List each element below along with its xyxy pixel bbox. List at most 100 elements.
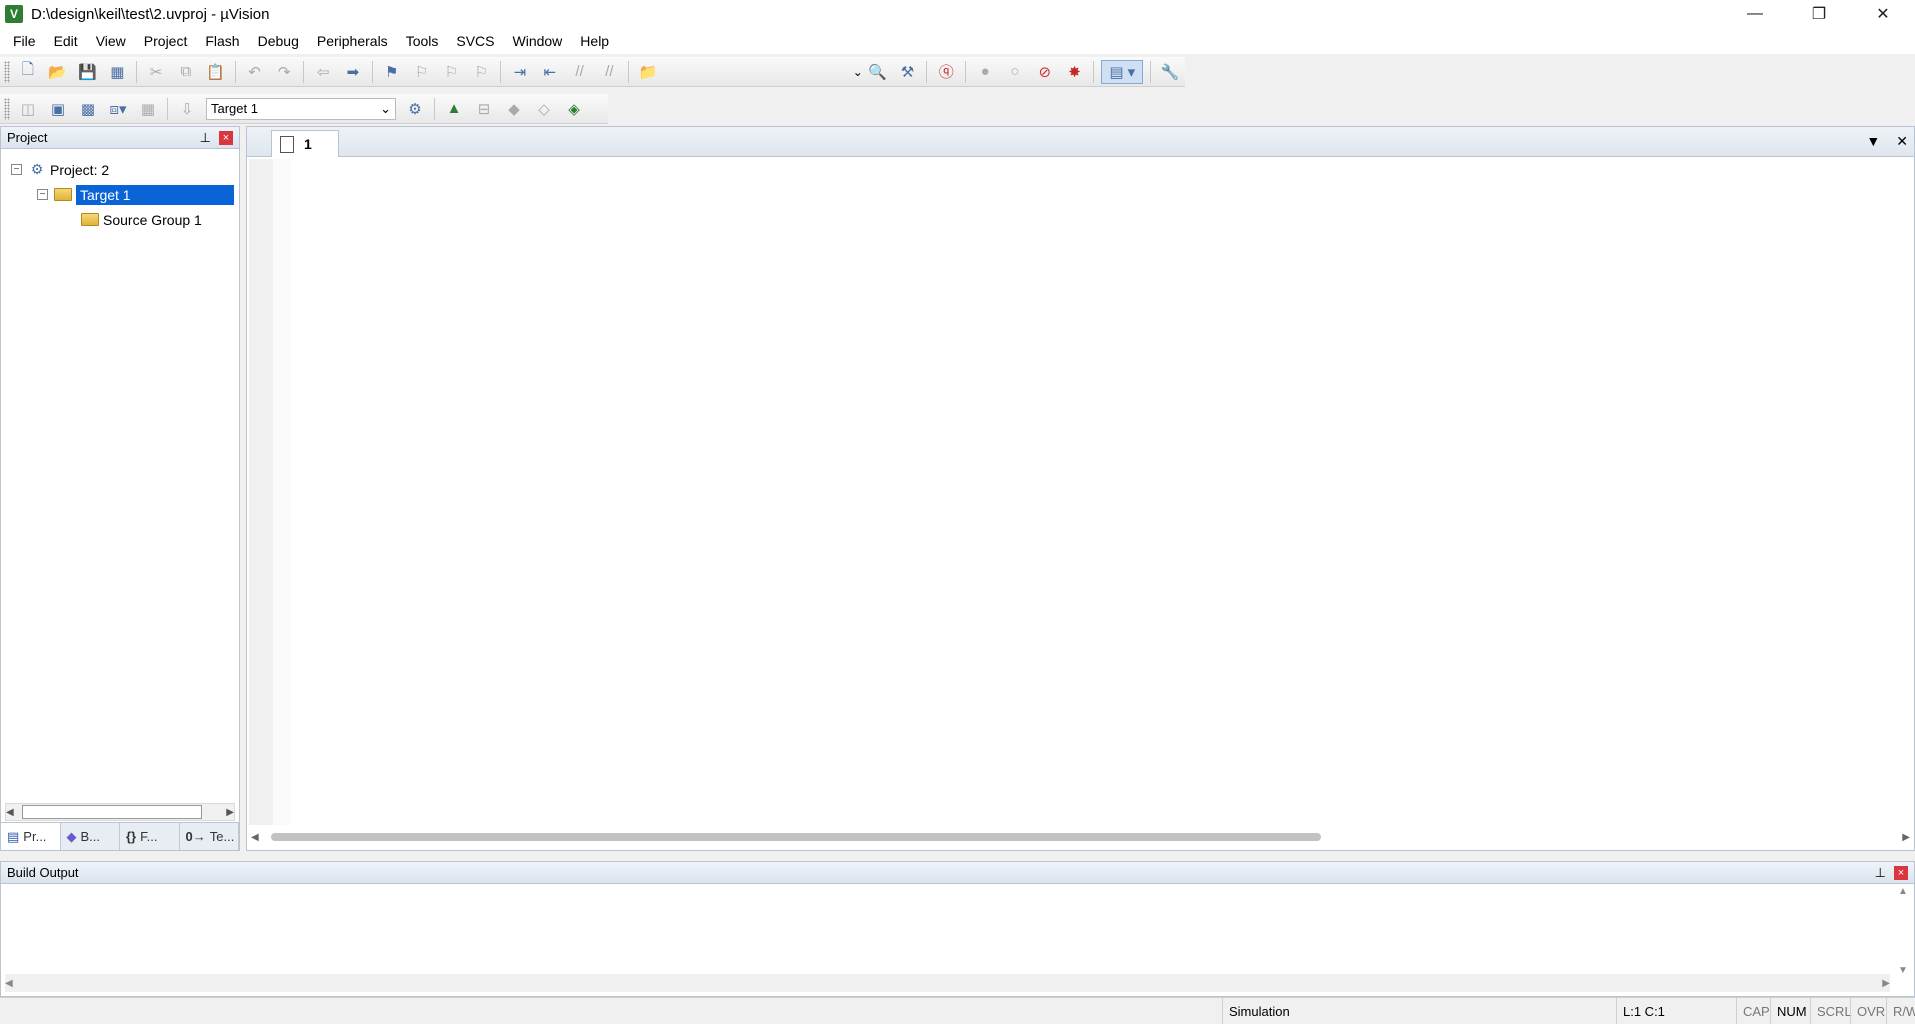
configuration-wrench-icon[interactable]: 🔧 bbox=[1158, 60, 1182, 84]
build-output-vertical-scrollbar[interactable]: ▲ ▼ bbox=[1894, 886, 1912, 976]
indent-icon[interactable]: ⇥ bbox=[508, 60, 532, 84]
tree-item-label: Source Group 1 bbox=[103, 211, 202, 228]
pin-icon[interactable]: ⊥ bbox=[200, 130, 211, 146]
tree-item-source-group[interactable]: Source Group 1 bbox=[1, 207, 237, 232]
toolbar-separator bbox=[371, 60, 373, 83]
menu-project[interactable]: Project bbox=[135, 28, 197, 54]
tab-list-dropdown-icon[interactable]: ▼ bbox=[1866, 133, 1880, 150]
translate-icon[interactable]: ◫ bbox=[16, 97, 40, 121]
close-icon[interactable]: × bbox=[219, 130, 233, 145]
editor-horizontal-scrollbar[interactable]: ◀ ▶ bbox=[251, 828, 1910, 846]
target-options-icon[interactable]: ⚙ bbox=[403, 97, 427, 121]
uncomment-icon[interactable]: // bbox=[598, 60, 622, 84]
paste-icon[interactable]: 📋 bbox=[204, 60, 228, 84]
menu-peripherals[interactable]: Peripherals bbox=[308, 28, 397, 54]
scrollbar-thumb[interactable] bbox=[22, 805, 202, 819]
editor-gutter[interactable] bbox=[249, 159, 273, 825]
incremental-find-icon[interactable]: ⚒ bbox=[896, 60, 920, 84]
close-icon[interactable]: × bbox=[1894, 865, 1908, 880]
comment-icon[interactable]: // bbox=[568, 60, 592, 84]
scroll-down-icon[interactable]: ▼ bbox=[1898, 965, 1908, 976]
prev-bookmark-icon[interactable]: ⚐ bbox=[410, 60, 434, 84]
tab-functions[interactable]: {} F... bbox=[120, 823, 180, 850]
tab-label: B... bbox=[80, 829, 101, 844]
status-num-lock: NUM bbox=[1770, 998, 1810, 1024]
navigate-forward-icon[interactable]: ➡ bbox=[341, 60, 365, 84]
debug-session-icon[interactable]: ⓠ bbox=[934, 60, 958, 84]
find-combo-arrow-icon[interactable]: ⌄ bbox=[823, 61, 863, 83]
insert-breakpoint-icon[interactable]: ● bbox=[973, 60, 997, 84]
manage-multi-project-icon[interactable]: ⊟ bbox=[472, 97, 496, 121]
disable-breakpoints-icon[interactable]: ⊘ bbox=[1033, 60, 1057, 84]
stop-build-icon[interactable]: ▦ bbox=[136, 97, 160, 121]
clear-bookmarks-icon[interactable]: ⚐ bbox=[469, 60, 493, 84]
copy-icon[interactable]: ⧉ bbox=[174, 60, 198, 84]
scrollbar-thumb[interactable] bbox=[271, 833, 1321, 841]
maximize-button[interactable]: ❐ bbox=[1787, 0, 1851, 28]
bookmark-icon[interactable]: ⚑ bbox=[380, 60, 404, 84]
menu-svcs[interactable]: SVCS bbox=[447, 28, 503, 54]
build-output-horizontal-scrollbar[interactable]: ◀ ▶ bbox=[5, 974, 1890, 992]
folder-icon bbox=[81, 212, 99, 228]
toolbar-separator bbox=[1150, 60, 1152, 83]
status-scroll-lock: SCRL bbox=[1810, 998, 1852, 1024]
close-document-icon[interactable]: ✕ bbox=[1896, 133, 1908, 150]
save-all-icon[interactable]: ▦ bbox=[105, 60, 129, 84]
build-icon[interactable]: ▣ bbox=[46, 97, 70, 121]
target-select[interactable]: Target 1 ⌄ bbox=[206, 97, 396, 120]
menu-flash[interactable]: Flash bbox=[196, 28, 248, 54]
title-bar: V D:\design\keil\test\2.uvproj - µVision… bbox=[0, 0, 1915, 28]
cut-icon[interactable]: ✂ bbox=[144, 60, 168, 84]
enable-breakpoint-icon[interactable]: ○ bbox=[1003, 60, 1027, 84]
undo-icon[interactable]: ↶ bbox=[243, 60, 267, 84]
find-icon[interactable]: 🔍 bbox=[866, 60, 890, 84]
manage-project-items-icon[interactable]: ▲ bbox=[442, 97, 466, 121]
batch-build-icon[interactable]: ⧈▾ bbox=[106, 97, 130, 121]
navigate-back-icon[interactable]: ⇦ bbox=[311, 60, 335, 84]
pin-icon[interactable]: ⊥ bbox=[1875, 865, 1886, 881]
menu-help[interactable]: Help bbox=[571, 28, 618, 54]
scroll-left-icon[interactable]: ◀ bbox=[251, 832, 259, 843]
find-in-files-icon[interactable]: 📁 bbox=[636, 60, 660, 84]
open-file-icon[interactable]: 📂 bbox=[46, 60, 70, 84]
tree-item-target[interactable]: − Target 1 bbox=[1, 182, 237, 207]
scroll-left-icon[interactable]: ◀ bbox=[5, 978, 13, 989]
scroll-left-icon[interactable]: ◀ bbox=[6, 807, 14, 818]
project-horizontal-scrollbar[interactable]: ◀ ▶ bbox=[5, 803, 235, 821]
window-layout-icon[interactable]: ▤ ▾ bbox=[1101, 59, 1144, 84]
scroll-up-icon[interactable]: ▲ bbox=[1898, 886, 1908, 897]
pack-installer-icon[interactable]: ◈ bbox=[562, 97, 586, 121]
download-load-icon[interactable]: ⇩ bbox=[175, 97, 199, 121]
tab-templates[interactable]: 0→ Te... bbox=[180, 823, 239, 850]
toolbar-separator bbox=[1093, 60, 1095, 83]
select-packs-icon[interactable]: ◇ bbox=[532, 97, 556, 121]
tab-document-1[interactable]: 1 bbox=[271, 130, 339, 157]
scroll-right-icon[interactable]: ▶ bbox=[1882, 978, 1890, 989]
kill-breakpoints-icon[interactable]: ✸ bbox=[1063, 60, 1087, 84]
scroll-right-icon[interactable]: ▶ bbox=[1902, 832, 1910, 843]
tab-books[interactable]: ◆ B... bbox=[61, 823, 120, 850]
toolbar-separator bbox=[965, 60, 967, 83]
menu-file[interactable]: File bbox=[4, 28, 45, 54]
menu-window[interactable]: Window bbox=[504, 28, 572, 54]
new-file-icon[interactable]: 🗋 bbox=[16, 60, 40, 84]
minimize-button[interactable]: — bbox=[1723, 0, 1787, 28]
save-icon[interactable]: 💾 bbox=[76, 60, 100, 84]
unindent-icon[interactable]: ⇤ bbox=[538, 60, 562, 84]
close-button[interactable]: ✕ bbox=[1851, 0, 1915, 28]
collapse-icon[interactable]: − bbox=[37, 189, 48, 200]
toolbar-grip[interactable] bbox=[4, 97, 10, 120]
rebuild-icon[interactable]: ▩ bbox=[76, 97, 100, 121]
redo-icon[interactable]: ↷ bbox=[272, 60, 296, 84]
menu-view[interactable]: View bbox=[87, 28, 135, 54]
menu-tools[interactable]: Tools bbox=[397, 28, 448, 54]
menu-debug[interactable]: Debug bbox=[249, 28, 308, 54]
toolbar-grip[interactable] bbox=[4, 60, 10, 83]
scroll-right-icon[interactable]: ▶ bbox=[226, 807, 234, 818]
manage-run-time-environment-icon[interactable]: ◆ bbox=[502, 97, 526, 121]
tab-project[interactable]: ▤ Pr... bbox=[1, 823, 61, 850]
next-bookmark-icon[interactable]: ⚐ bbox=[439, 60, 463, 84]
collapse-icon[interactable]: − bbox=[11, 164, 22, 175]
tree-item-project[interactable]: − ⚙ Project: 2 bbox=[1, 157, 237, 182]
menu-edit[interactable]: Edit bbox=[45, 28, 87, 54]
